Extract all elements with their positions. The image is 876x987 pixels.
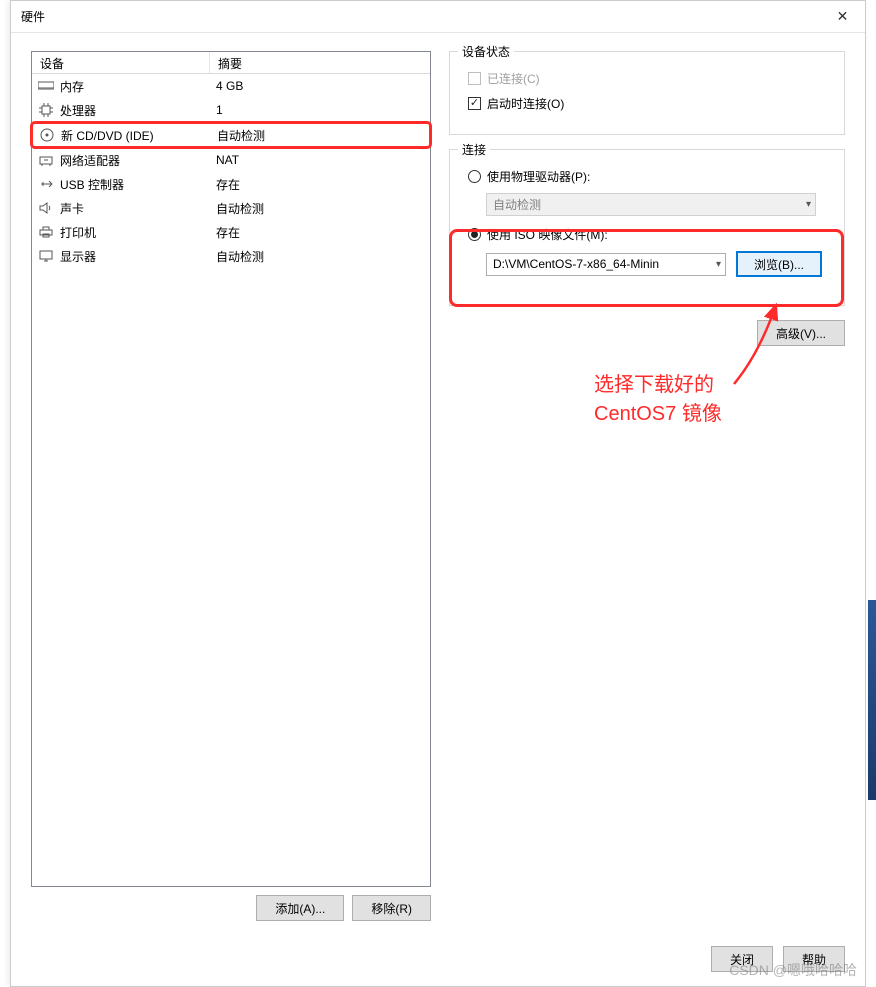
row-label: 网络适配器	[60, 152, 120, 169]
chevron-down-icon: ▾	[806, 199, 811, 210]
close-button[interactable]: ✕	[820, 2, 865, 32]
left-button-bar: 添加(A)... 移除(R)	[31, 895, 431, 921]
row-label: 新 CD/DVD (IDE)	[61, 127, 154, 144]
list-row-sound[interactable]: 声卡 自动检测	[32, 196, 430, 220]
use-iso-radio-row[interactable]: 使用 ISO 映像文件(M):	[468, 226, 830, 243]
list-header: 设备 摘要	[32, 52, 430, 74]
display-icon	[38, 249, 54, 263]
chevron-down-icon: ▾	[716, 259, 721, 270]
checkbox-icon	[468, 72, 481, 85]
row-summary: 存在	[210, 176, 430, 193]
device-list[interactable]: 设备 摘要 内存 4 GB	[31, 51, 431, 887]
list-row-cpu[interactable]: 处理器 1	[32, 98, 430, 122]
right-panel: 设备状态 已连接(C) 启动时连接(O) 连接 使用物理驱动器(P):	[449, 51, 845, 921]
browse-button[interactable]: 浏览(B)...	[736, 251, 822, 277]
connection-group: 连接 使用物理驱动器(P): 自动检测 ▾ 使用 ISO 映像文件(M):	[449, 149, 845, 306]
annotation-text: 选择下载好的 CentOS7 镜像	[594, 371, 722, 429]
group-title-status: 设备状态	[458, 43, 514, 60]
row-summary: 4 GB	[210, 79, 430, 93]
device-status-group: 设备状态 已连接(C) 启动时连接(O)	[449, 51, 845, 135]
list-row-usb[interactable]: USB 控制器 存在	[32, 172, 430, 196]
col-header-summary[interactable]: 摘要	[210, 52, 430, 73]
checkbox-icon	[468, 97, 481, 110]
row-label: 处理器	[60, 102, 96, 119]
watermark-text: CSDN @嗯哦哈哈哈	[729, 960, 857, 980]
connected-checkbox-row[interactable]: 已连接(C)	[468, 70, 830, 87]
row-summary: 自动检测	[210, 248, 430, 265]
sound-icon	[38, 201, 54, 215]
list-row-printer[interactable]: 打印机 存在	[32, 220, 430, 244]
side-decoration	[868, 600, 876, 800]
list-row-cddvd[interactable]: 新 CD/DVD (IDE) 自动检测	[30, 121, 432, 149]
list-row-network[interactable]: 网络适配器 NAT	[32, 148, 430, 172]
physical-drive-value: 自动检测	[493, 196, 541, 213]
left-panel: 设备 摘要 内存 4 GB	[31, 51, 431, 921]
usb-icon	[38, 177, 54, 191]
iso-path-value: D:\VM\CentOS-7-x86_64-Minin	[493, 257, 659, 271]
disc-icon	[39, 128, 55, 142]
col-header-device[interactable]: 设备	[32, 52, 210, 73]
row-label: 显示器	[60, 248, 96, 265]
printer-icon	[38, 225, 54, 239]
cpu-icon	[38, 103, 54, 117]
row-label: 声卡	[60, 200, 84, 217]
use-iso-label: 使用 ISO 映像文件(M):	[487, 226, 608, 243]
advanced-button[interactable]: 高级(V)...	[757, 320, 845, 346]
list-row-memory[interactable]: 内存 4 GB	[32, 74, 430, 98]
connected-label: 已连接(C)	[487, 70, 540, 87]
connect-on-start-label: 启动时连接(O)	[487, 95, 564, 112]
add-button[interactable]: 添加(A)...	[256, 895, 344, 921]
list-rows: 内存 4 GB 处理器 1	[32, 74, 430, 268]
row-summary: 自动检测	[210, 200, 430, 217]
list-row-display[interactable]: 显示器 自动检测	[32, 244, 430, 268]
use-physical-label: 使用物理驱动器(P):	[487, 168, 590, 185]
physical-sub-block: 自动检测 ▾	[486, 193, 830, 216]
dialog-title: 硬件	[21, 8, 45, 25]
hardware-dialog: 硬件 ✕ 设备 摘要 内存	[10, 0, 866, 987]
iso-sub-block: D:\VM\CentOS-7-x86_64-Minin ▾ 浏览(B)...	[486, 251, 830, 277]
iso-path-dropdown[interactable]: D:\VM\CentOS-7-x86_64-Minin ▾	[486, 253, 726, 276]
row-summary: 自动检测	[211, 127, 429, 144]
row-label: USB 控制器	[60, 176, 124, 193]
radio-icon	[468, 228, 481, 241]
row-label: 内存	[60, 78, 84, 95]
group-title-connection: 连接	[458, 141, 490, 158]
network-icon	[38, 153, 54, 167]
titlebar: 硬件 ✕	[11, 1, 865, 33]
remove-button[interactable]: 移除(R)	[352, 895, 431, 921]
physical-drive-dropdown[interactable]: 自动检测 ▾	[486, 193, 816, 216]
close-icon: ✕	[837, 8, 849, 25]
connect-on-start-checkbox-row[interactable]: 启动时连接(O)	[468, 95, 830, 112]
radio-icon	[468, 170, 481, 183]
row-summary: 1	[210, 103, 430, 117]
advanced-row: 高级(V)...	[449, 320, 845, 346]
use-physical-radio-row[interactable]: 使用物理驱动器(P):	[468, 168, 830, 185]
row-summary: NAT	[210, 153, 430, 167]
memory-icon	[38, 79, 54, 93]
row-label: 打印机	[60, 224, 96, 241]
dialog-body: 设备 摘要 内存 4 GB	[31, 51, 845, 921]
row-summary: 存在	[210, 224, 430, 241]
